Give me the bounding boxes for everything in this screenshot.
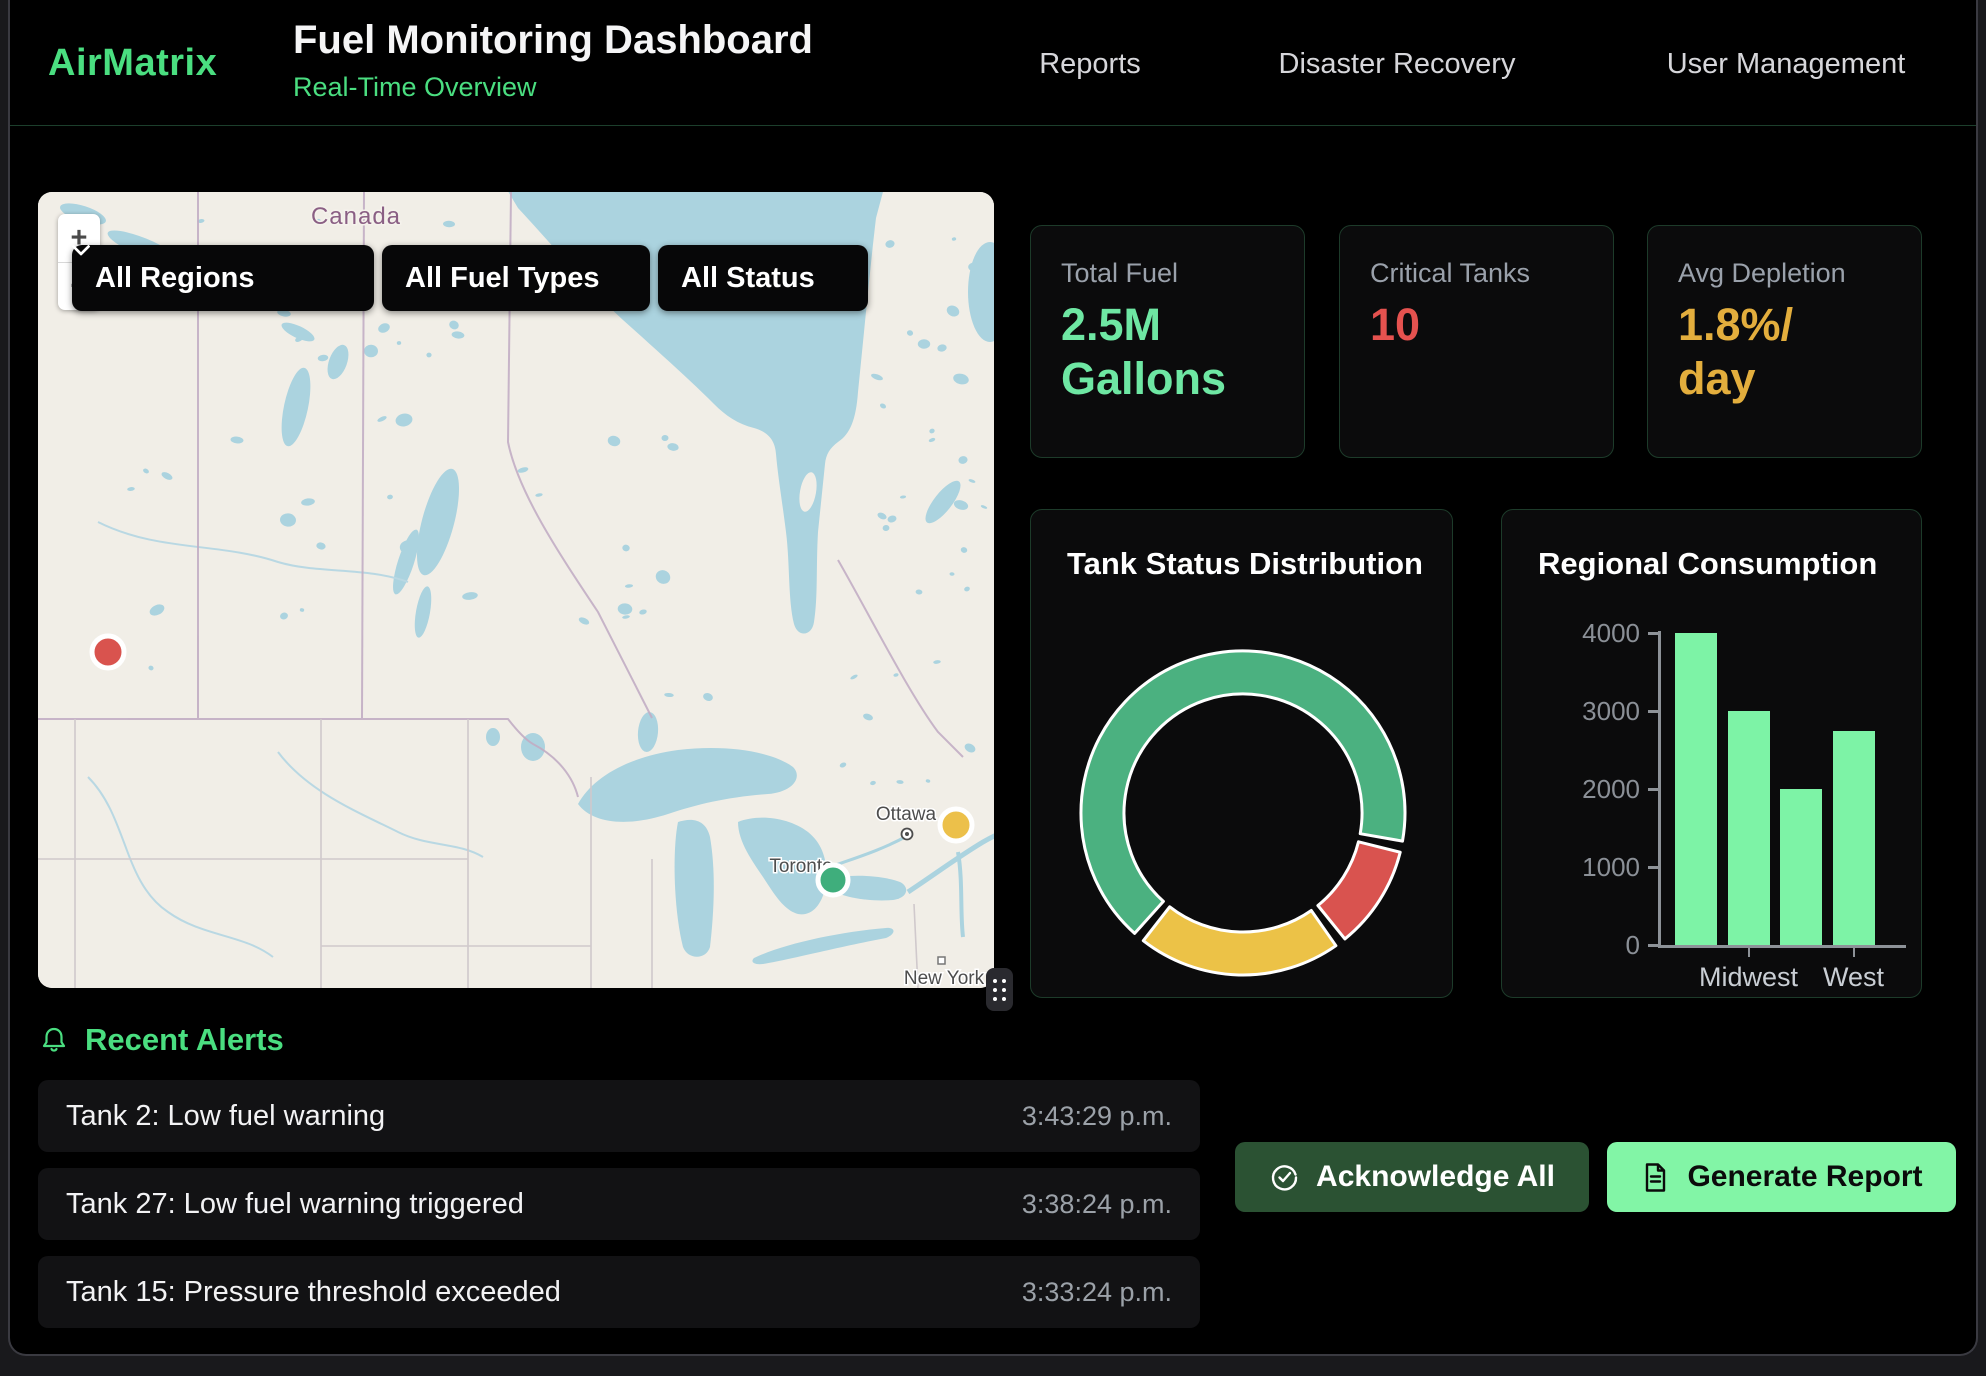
- y-axis-tick: [1648, 788, 1658, 791]
- alert-list-item[interactable]: Tank 2: Low fuel warning 3:43:29 p.m.: [38, 1080, 1200, 1152]
- x-axis-tick: [1748, 948, 1751, 957]
- alert-message: Tank 15: Pressure threshold exceeded: [66, 1276, 561, 1309]
- nav-item-reports[interactable]: Reports: [1039, 48, 1141, 81]
- acknowledge-all-label: Acknowledge All: [1316, 1160, 1555, 1194]
- alert-timestamp: 3:38:24 p.m.: [1022, 1189, 1172, 1220]
- status-filter-dropdown[interactable]: All Status: [658, 245, 868, 311]
- bar-3: [1833, 731, 1875, 946]
- document-icon: [1640, 1161, 1671, 1194]
- y-axis-tick-label: 2000: [1544, 774, 1640, 805]
- map-marker-warning[interactable]: [940, 809, 972, 841]
- donut-slice-warning: [1143, 907, 1336, 975]
- map-canvas[interactable]: Canada Ottawa Toronto New York: [38, 192, 994, 988]
- map-label-canada: Canada: [311, 203, 401, 230]
- page-subtitle: Real-Time Overview: [293, 72, 813, 103]
- bell-icon: [38, 1024, 70, 1056]
- y-axis-line: [1658, 631, 1661, 948]
- tank-status-donut-chart: [1031, 510, 1454, 999]
- alert-list-item[interactable]: Tank 15: Pressure threshold exceeded 3:3…: [38, 1256, 1200, 1328]
- page-title: Fuel Monitoring Dashboard: [293, 18, 813, 63]
- regional-consumption-bar-chart: 01000200030004000MidwestWest: [1502, 510, 1921, 997]
- status-filter-value: All Status: [681, 262, 815, 295]
- stat-value: 1.8%/day: [1678, 298, 1793, 406]
- recent-alerts-header: Recent Alerts: [38, 1022, 284, 1058]
- check-circle-icon: [1269, 1162, 1300, 1193]
- region-filter-value: All Regions: [95, 262, 255, 295]
- app-root: AirMatrix Fuel Monitoring Dashboard Real…: [0, 0, 1986, 1376]
- region-filter-dropdown[interactable]: All Regions: [72, 245, 374, 311]
- generate-report-button[interactable]: Generate Report: [1607, 1142, 1956, 1212]
- alert-timestamp: 3:33:24 p.m.: [1022, 1277, 1172, 1308]
- recent-alerts-title: Recent Alerts: [85, 1022, 284, 1058]
- map-panel[interactable]: Canada Ottawa Toronto New York + − All R…: [38, 192, 994, 988]
- map-resize-handle[interactable]: [986, 968, 1013, 1011]
- acknowledge-all-button[interactable]: Acknowledge All: [1235, 1142, 1589, 1212]
- y-axis-tick: [1648, 710, 1658, 713]
- alert-message: Tank 2: Low fuel warning: [66, 1100, 385, 1133]
- bar-0: [1675, 633, 1717, 945]
- map-filter-bar: All Regions All Fuel Types All Status: [72, 245, 868, 311]
- x-axis-line: [1658, 945, 1906, 948]
- map-label-ottawa: Ottawa: [876, 804, 937, 825]
- title-block: Fuel Monitoring Dashboard Real-Time Over…: [293, 18, 813, 103]
- map-marker-critical[interactable]: [92, 636, 124, 668]
- x-axis-tick: [1853, 948, 1856, 957]
- donut-slice-critical: [1318, 842, 1400, 939]
- generate-report-label: Generate Report: [1687, 1160, 1922, 1194]
- stat-card-avg-depletion: Avg Depletion 1.8%/day: [1647, 225, 1922, 458]
- y-axis-tick: [1648, 866, 1658, 869]
- stat-label: Avg Depletion: [1678, 258, 1846, 289]
- app-header: AirMatrix Fuel Monitoring Dashboard Real…: [10, 0, 1976, 126]
- alert-list-item[interactable]: Tank 27: Low fuel warning triggered 3:38…: [38, 1168, 1200, 1240]
- fuel-type-filter-dropdown[interactable]: All Fuel Types: [382, 245, 650, 311]
- brand-logo: AirMatrix: [48, 42, 217, 85]
- alert-timestamp: 3:43:29 p.m.: [1022, 1101, 1172, 1132]
- stat-label: Critical Tanks: [1370, 258, 1530, 289]
- nav-item-user-management[interactable]: User Management: [1667, 48, 1906, 81]
- map-label-new-york: New York: [904, 968, 985, 988]
- x-axis-tick-label: West: [1774, 962, 1934, 993]
- bar-chart-card: Regional Consumption 01000200030004000Mi…: [1501, 509, 1922, 998]
- fuel-type-filter-value: All Fuel Types: [405, 262, 599, 295]
- y-axis-tick: [1648, 944, 1658, 947]
- y-axis-tick-label: 3000: [1544, 696, 1640, 727]
- nav-item-disaster-recovery[interactable]: Disaster Recovery: [1279, 48, 1516, 81]
- stat-label: Total Fuel: [1061, 258, 1178, 289]
- y-axis-tick-label: 4000: [1544, 618, 1640, 649]
- y-axis-tick-label: 1000: [1544, 852, 1640, 883]
- stat-card-critical-tanks: Critical Tanks 10: [1339, 225, 1614, 458]
- donut-chart-card: Tank Status Distribution: [1030, 509, 1453, 998]
- stat-value: 10: [1370, 298, 1420, 352]
- stat-value: 2.5MGallons: [1061, 298, 1226, 406]
- map-town-dot-new-york: [938, 957, 945, 964]
- map-marker-normal[interactable]: [818, 865, 848, 895]
- bar-1: [1728, 711, 1770, 945]
- chevron-down-icon: [72, 245, 90, 256]
- alert-message: Tank 27: Low fuel warning triggered: [66, 1188, 524, 1221]
- map-city-dot-ottawa-inner: [905, 832, 909, 836]
- y-axis-tick-label: 0: [1544, 930, 1640, 961]
- stat-card-total-fuel: Total Fuel 2.5MGallons: [1030, 225, 1305, 458]
- bar-2: [1780, 789, 1822, 945]
- y-axis-tick: [1648, 632, 1658, 635]
